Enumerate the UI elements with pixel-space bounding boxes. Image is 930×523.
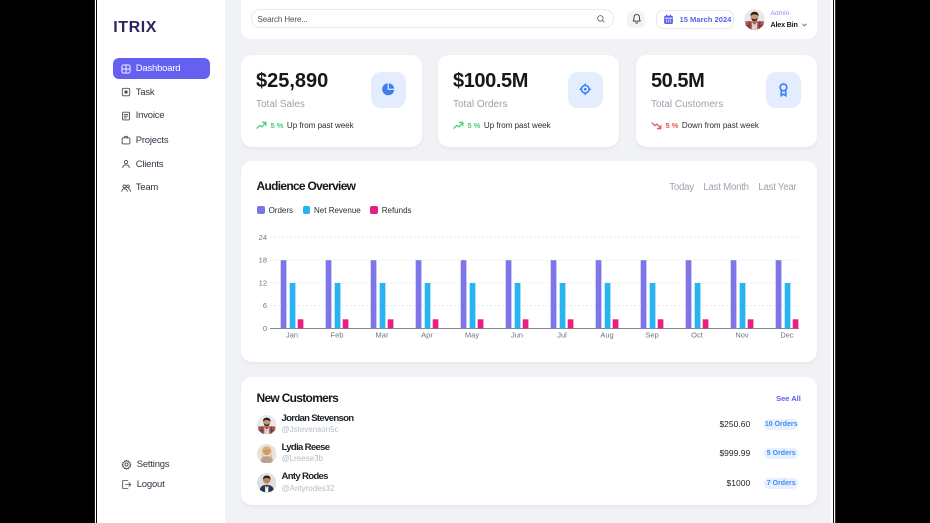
svg-text:Jan: Jan bbox=[286, 330, 298, 339]
svg-text:Dec: Dec bbox=[781, 330, 795, 339]
svg-text:24: 24 bbox=[259, 232, 267, 241]
svg-text:12: 12 bbox=[259, 278, 267, 287]
svg-text:Jun: Jun bbox=[511, 330, 523, 339]
svg-text:Nov: Nov bbox=[736, 330, 750, 339]
svg-text:Apr: Apr bbox=[422, 330, 434, 339]
svg-text:18: 18 bbox=[259, 255, 267, 264]
svg-text:Jul: Jul bbox=[558, 330, 568, 339]
svg-text:6: 6 bbox=[263, 301, 267, 310]
svg-text:Oct: Oct bbox=[692, 330, 705, 339]
svg-text:Feb: Feb bbox=[331, 330, 344, 339]
svg-text:Sep: Sep bbox=[646, 330, 659, 339]
svg-text:Aug: Aug bbox=[601, 330, 614, 339]
svg-text:0: 0 bbox=[263, 324, 267, 333]
svg-text:May: May bbox=[465, 330, 479, 339]
svg-text:Mar: Mar bbox=[376, 330, 389, 339]
